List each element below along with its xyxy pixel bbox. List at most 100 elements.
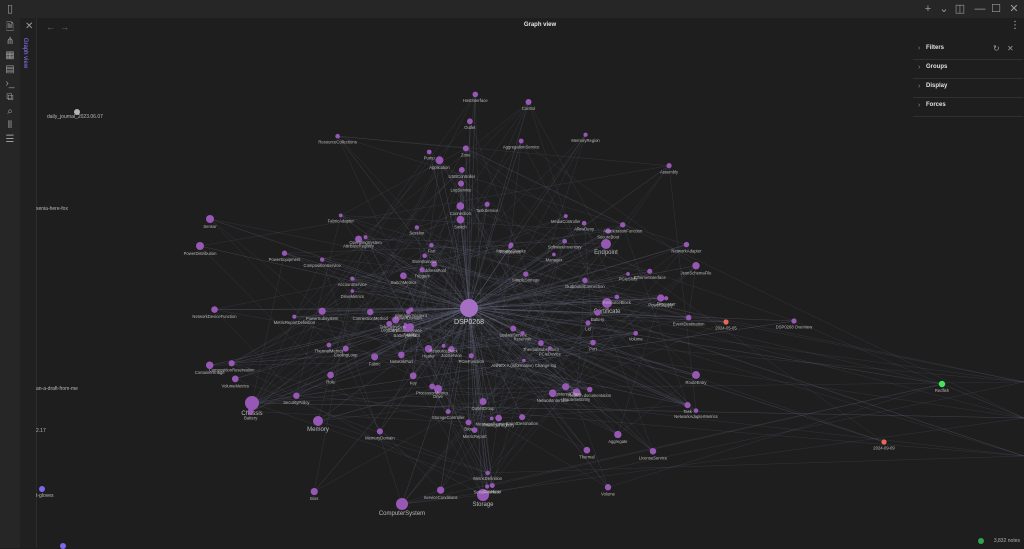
graph-node[interactable] <box>562 239 567 244</box>
canvas-icon[interactable]: ▦ <box>3 50 17 62</box>
graph-node[interactable] <box>339 214 343 218</box>
graph-node[interactable] <box>422 253 427 258</box>
graph-node[interactable] <box>406 309 411 314</box>
graph-node[interactable] <box>318 308 325 315</box>
graph-node[interactable] <box>881 439 886 444</box>
graph-node[interactable] <box>364 235 368 239</box>
graph-node[interactable] <box>686 315 692 321</box>
graph-node[interactable] <box>508 242 513 247</box>
graph-node[interactable] <box>684 402 690 408</box>
graph-node[interactable] <box>429 243 433 247</box>
close-sidebar-icon[interactable]: ✕ <box>25 21 33 32</box>
version-label[interactable]: 2.17 <box>36 428 46 434</box>
graph-node[interactable] <box>245 396 259 410</box>
graph-node[interactable] <box>585 320 590 325</box>
graph-node[interactable] <box>410 372 417 379</box>
graph-node[interactable] <box>343 346 349 352</box>
graph-node[interactable] <box>472 427 478 433</box>
graph-node[interactable] <box>467 118 473 124</box>
graph-node[interactable] <box>293 392 299 398</box>
graph-node[interactable] <box>615 295 620 300</box>
graph-node[interactable] <box>377 428 383 434</box>
graph-node[interactable] <box>552 253 556 257</box>
graph-node[interactable] <box>485 202 490 207</box>
graph-node[interactable] <box>519 139 524 144</box>
graph-node[interactable] <box>211 306 218 313</box>
graph-node[interactable] <box>415 225 419 229</box>
graph-node[interactable] <box>486 471 490 475</box>
template-icon[interactable]: ⧉ <box>3 92 17 104</box>
graph-node[interactable] <box>419 267 424 272</box>
graph-icon[interactable]: ⋔ <box>3 36 17 48</box>
graph-node[interactable] <box>206 362 213 369</box>
graph-node[interactable] <box>371 353 378 360</box>
graph-node[interactable] <box>472 92 478 98</box>
graph-node[interactable] <box>666 163 671 168</box>
minimize-button[interactable]: — <box>972 2 988 16</box>
graph-node[interactable] <box>327 372 334 379</box>
graph-node[interactable] <box>320 257 324 261</box>
graph-node[interactable] <box>626 272 630 276</box>
graph-node[interactable] <box>442 344 446 348</box>
sidebar-toggle-icon[interactable]: ▯ <box>2 2 18 16</box>
graph-node[interactable] <box>694 408 699 413</box>
graph-node[interactable] <box>490 417 494 421</box>
graph-node[interactable] <box>311 488 318 495</box>
graph-node[interactable] <box>327 343 332 348</box>
files-icon[interactable]: 🗎 <box>3 22 17 34</box>
graph-canvas[interactable]: ChassisComputerSystemStorageEndpointCert… <box>36 36 1024 548</box>
layout-icon[interactable]: ◫ <box>952 2 968 16</box>
tab-list-dropdown-icon[interactable]: ⌄ <box>936 2 952 16</box>
graph-node[interactable] <box>463 145 469 151</box>
section-groups[interactable]: ›Groups <box>913 60 1023 79</box>
graph-node[interactable] <box>398 352 404 358</box>
graph-node[interactable] <box>587 387 592 392</box>
graph-node[interactable] <box>548 346 552 350</box>
graph-node[interactable] <box>351 289 355 293</box>
graph-node[interactable] <box>282 251 287 256</box>
back-arrow-icon[interactable]: ← <box>46 22 55 32</box>
graph-node[interactable] <box>367 309 373 315</box>
graph-node[interactable] <box>549 389 557 397</box>
an-a-draft-label[interactable]: an-a-draft-from-me <box>36 386 78 392</box>
graph-node[interactable] <box>480 398 487 405</box>
tab-graph-view[interactable]: Graph view <box>24 36 34 76</box>
graph-node[interactable] <box>400 272 407 279</box>
graph-node[interactable] <box>584 447 591 454</box>
graph-node[interactable] <box>605 484 611 490</box>
graph-node[interactable] <box>446 409 451 414</box>
section-forces[interactable]: ›Forces <box>913 98 1023 117</box>
new-tab-button[interactable]: + <box>920 2 936 16</box>
graph-node[interactable] <box>614 431 621 438</box>
graph-node[interactable] <box>650 448 657 455</box>
graph-node[interactable] <box>350 277 354 281</box>
graph-node[interactable] <box>723 319 728 324</box>
graph-node[interactable] <box>523 271 528 276</box>
graph-node[interactable] <box>692 262 699 269</box>
graph-node[interactable] <box>396 498 408 510</box>
close-controls-icon[interactable]: ✕ <box>1007 44 1014 53</box>
graph-node[interactable] <box>248 408 254 414</box>
graph-node[interactable] <box>485 484 489 488</box>
graph-node[interactable] <box>582 221 587 226</box>
maximize-button[interactable]: ☐ <box>988 2 1004 16</box>
search-icon[interactable]: ⌕ <box>3 106 17 118</box>
graph-node[interactable] <box>490 483 495 488</box>
graph-node[interactable] <box>664 296 668 300</box>
graph-node[interactable] <box>522 359 526 363</box>
t-gloves-label[interactable]: t-gloves <box>36 493 54 499</box>
forward-arrow-icon[interactable]: → <box>60 22 69 32</box>
graph-node[interactable] <box>939 381 945 387</box>
daily-journal-label[interactable]: daily_journal_2023.06.07 <box>47 114 103 120</box>
graph-node[interactable] <box>429 383 435 389</box>
close-window-button[interactable]: ✕ <box>1006 2 1022 16</box>
graph-node[interactable] <box>206 215 214 223</box>
graph-node[interactable] <box>459 167 465 173</box>
isolated-node[interactable] <box>60 543 66 549</box>
graph-node[interactable] <box>466 419 472 425</box>
graph-node[interactable] <box>633 331 638 336</box>
properties-icon[interactable]: ☰ <box>3 134 17 146</box>
reset-icon[interactable]: ↻ <box>993 44 1000 53</box>
graph-node[interactable] <box>292 315 296 319</box>
graph-node[interactable] <box>229 360 235 366</box>
